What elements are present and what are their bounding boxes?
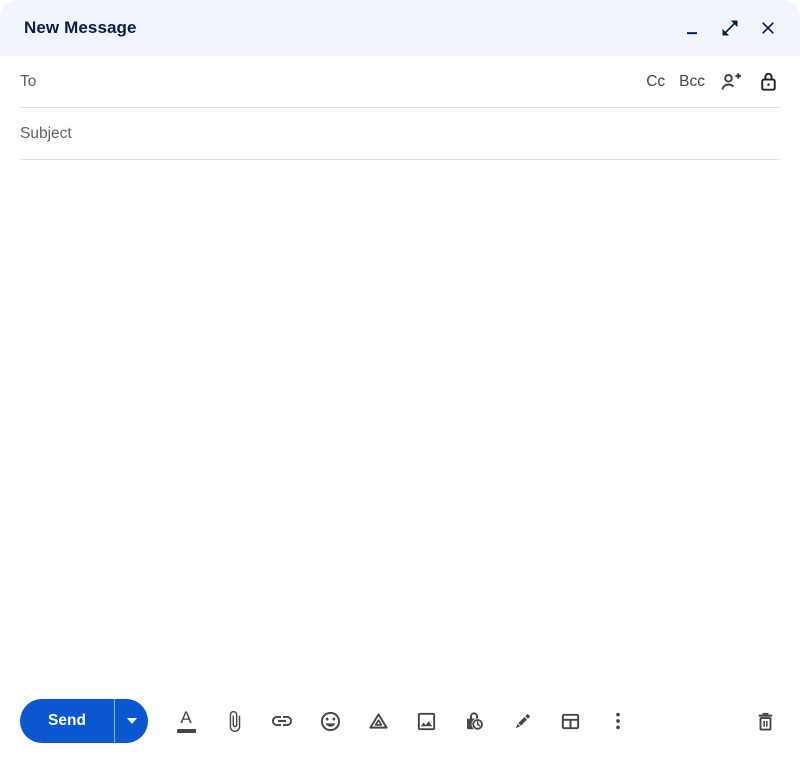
close-button[interactable] bbox=[754, 14, 782, 42]
to-input[interactable] bbox=[46, 56, 647, 107]
bcc-link[interactable]: Bcc bbox=[679, 73, 705, 91]
attach-file-icon bbox=[229, 710, 240, 732]
window-title: New Message bbox=[24, 18, 137, 37]
formatting-icon: A bbox=[176, 709, 196, 733]
insert-emoji-button[interactable] bbox=[306, 699, 354, 743]
window-controls bbox=[678, 14, 782, 42]
attach-file-button[interactable] bbox=[210, 699, 258, 743]
to-label: To bbox=[20, 72, 37, 90]
discard-draft-button[interactable] bbox=[746, 699, 784, 743]
minimize-button[interactable] bbox=[678, 14, 706, 42]
more-vert-icon bbox=[616, 712, 620, 730]
trash-icon bbox=[758, 712, 772, 731]
formatting-options-button[interactable]: A bbox=[162, 699, 210, 743]
more-options-button[interactable] bbox=[594, 699, 642, 743]
add-contacts-icon bbox=[721, 72, 741, 90]
table-icon bbox=[561, 713, 579, 729]
security-lock-button[interactable] bbox=[757, 70, 780, 93]
insert-signature-button[interactable] bbox=[498, 699, 546, 743]
subject-input[interactable] bbox=[20, 108, 780, 159]
recipients-row[interactable]: To Cc Bcc bbox=[20, 56, 780, 108]
send-options-button[interactable] bbox=[115, 699, 148, 743]
compose-window: New Message To Cc Bcc Subject Send A bbox=[0, 0, 800, 764]
insert-link-button[interactable] bbox=[258, 699, 306, 743]
insert-photo-button[interactable] bbox=[402, 699, 450, 743]
confidential-mode-icon bbox=[467, 712, 484, 731]
message-body-editor[interactable] bbox=[0, 160, 800, 698]
lock-icon bbox=[761, 72, 776, 91]
expand-button[interactable] bbox=[716, 14, 744, 42]
send-split-button: Send bbox=[20, 699, 148, 743]
titlebar: New Message bbox=[0, 0, 800, 56]
emoji-icon bbox=[320, 711, 340, 731]
pen-icon bbox=[515, 713, 530, 728]
subject-row[interactable] bbox=[20, 108, 780, 160]
add-contacts-button[interactable] bbox=[719, 70, 743, 94]
compose-toolbar: Send A bbox=[0, 698, 800, 764]
insert-photo-icon bbox=[417, 712, 435, 730]
link-icon bbox=[272, 716, 292, 726]
google-drive-icon bbox=[368, 712, 388, 729]
toolbar-icons: A bbox=[162, 699, 642, 743]
insert-from-drive-button[interactable] bbox=[354, 699, 402, 743]
insert-table-button[interactable] bbox=[546, 699, 594, 743]
confidential-mode-button[interactable] bbox=[450, 699, 498, 743]
close-icon bbox=[762, 22, 774, 34]
cc-link[interactable]: Cc bbox=[646, 73, 665, 91]
minimize-icon bbox=[687, 32, 697, 35]
send-button[interactable]: Send bbox=[20, 699, 114, 743]
recipient-options: Cc Bcc bbox=[646, 70, 780, 94]
caret-down-icon bbox=[126, 718, 137, 724]
open-in-full-icon bbox=[722, 20, 738, 36]
